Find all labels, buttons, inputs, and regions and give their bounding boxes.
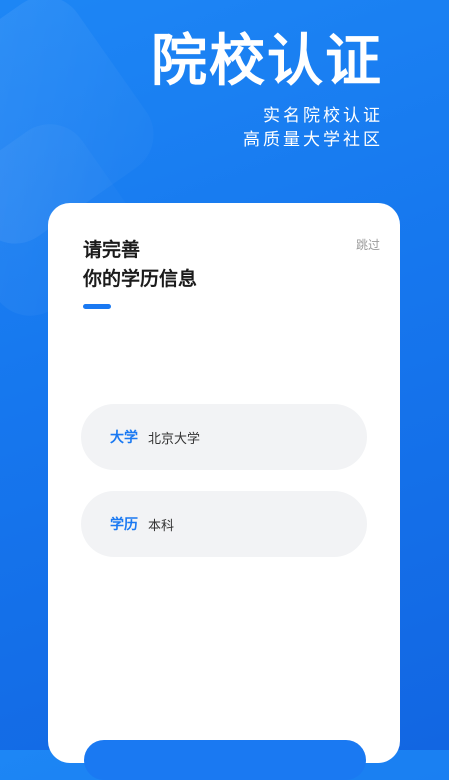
university-value: 北京大学 xyxy=(148,431,201,447)
form-title-line-2: 你的学历信息 xyxy=(83,268,198,290)
subtitle-line-2: 高质量大学社区 xyxy=(243,130,383,150)
degree-label: 学历 xyxy=(110,517,138,533)
page-subtitle: 实名院校认证 高质量大学社区 xyxy=(243,104,383,152)
degree-field[interactable]: 学历 本科 xyxy=(81,491,367,557)
university-label: 大学 xyxy=(110,430,138,446)
subtitle-line-1: 实名院校认证 xyxy=(263,106,383,126)
university-field[interactable]: 大学 北京大学 xyxy=(81,404,367,470)
submit-button[interactable] xyxy=(84,740,366,780)
skip-button[interactable]: 跳过 xyxy=(356,236,380,253)
degree-value: 本科 xyxy=(148,518,175,534)
title-underline xyxy=(83,304,111,309)
form-title-line-1: 请完善 xyxy=(83,239,141,261)
page-title: 院校认证 xyxy=(151,29,383,94)
form-title: 请完善 你的学历信息 xyxy=(83,236,197,294)
education-form-card: 跳过 请完善 你的学历信息 大学 北京大学 学历 本科 xyxy=(48,203,400,763)
